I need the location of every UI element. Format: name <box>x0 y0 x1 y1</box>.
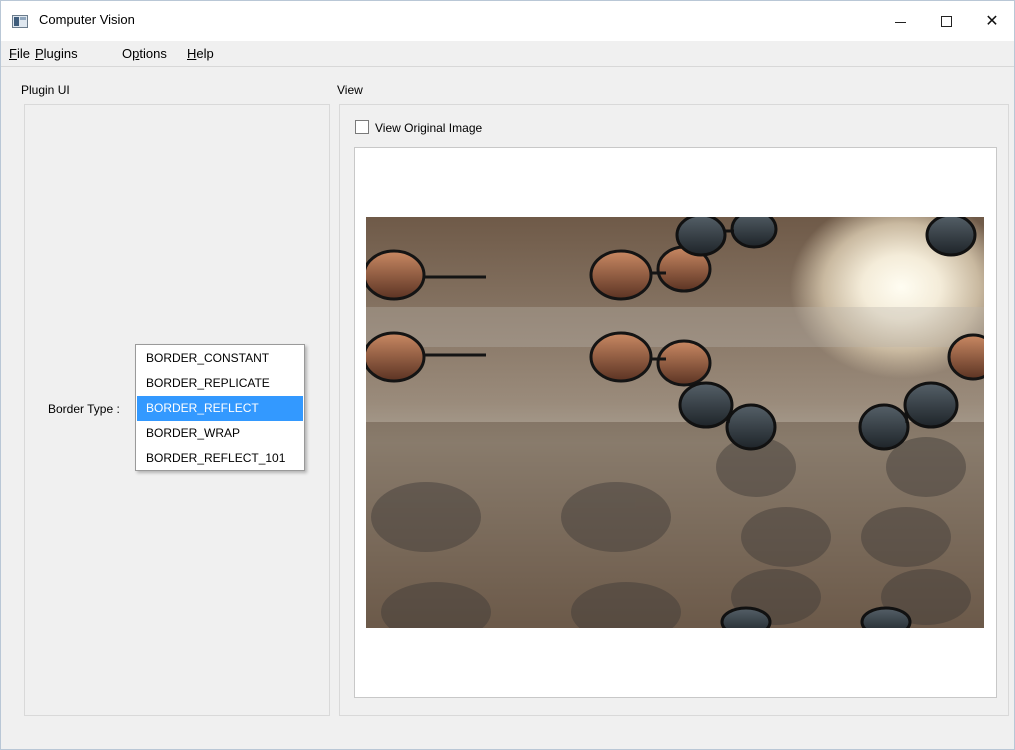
processed-image-graphic <box>366 217 984 628</box>
menu-file-label-rest: ile <box>16 46 30 61</box>
menu-plugins[interactable]: Plugins <box>35 46 78 61</box>
plugin-ui-title: Plugin UI <box>21 83 70 97</box>
menu-plugins-mnemonic: P <box>35 46 44 61</box>
menu-file[interactable]: File <box>9 46 30 61</box>
menu-bar: File Plugins Options Help <box>1 41 1014 67</box>
maximize-icon <box>940 15 952 27</box>
menu-options-label-rest: tions <box>139 46 167 61</box>
menu-file-mnemonic: F <box>9 46 17 61</box>
image-viewport[interactable] <box>354 147 997 698</box>
menu-options[interactable]: Options <box>122 46 167 61</box>
menu-help-mnemonic: H <box>187 46 197 61</box>
menu-options-label-prefix: O <box>122 46 133 61</box>
view-title: View <box>337 83 363 97</box>
processed-image <box>366 217 984 628</box>
view-original-label[interactable]: View Original Image <box>375 121 482 135</box>
close-button[interactable]: ✕ <box>969 1 1014 41</box>
minimize-icon <box>894 21 906 23</box>
maximize-button[interactable] <box>923 1 969 41</box>
title-bar[interactable]: Computer Vision ✕ <box>1 1 1014 41</box>
border-type-dropdown-list[interactable]: BORDER_CONSTANT BORDER_REPLICATE BORDER_… <box>135 344 305 471</box>
border-type-label: Border Type : <box>48 402 120 416</box>
close-icon: ✕ <box>985 11 999 30</box>
border-type-option[interactable]: BORDER_REFLECT_101 <box>137 446 303 471</box>
menu-help-label-rest: elp <box>196 46 214 61</box>
menu-plugins-label-rest: lugins <box>43 46 78 61</box>
window-title: Computer Vision <box>39 12 135 27</box>
border-type-option-selected[interactable]: BORDER_REFLECT <box>137 396 303 421</box>
border-type-option[interactable]: BORDER_REPLICATE <box>137 371 303 396</box>
menu-help[interactable]: Help <box>187 46 214 61</box>
view-original-checkbox[interactable] <box>355 120 369 134</box>
border-type-option[interactable]: BORDER_WRAP <box>137 421 303 446</box>
main-window: Computer Vision ✕ File Plugins Options H… <box>0 0 1015 750</box>
minimize-button[interactable] <box>877 1 923 41</box>
border-type-option[interactable]: BORDER_CONSTANT <box>137 346 303 371</box>
app-window-icon <box>12 15 28 28</box>
